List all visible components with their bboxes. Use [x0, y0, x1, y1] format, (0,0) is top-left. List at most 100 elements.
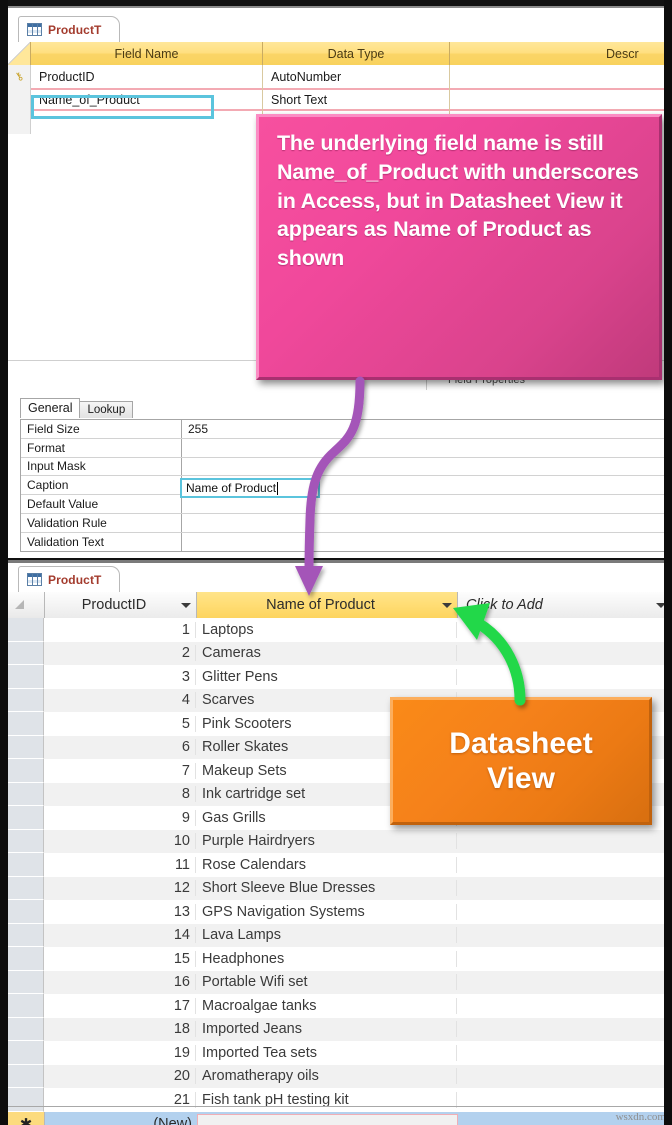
design-row-productid[interactable]: ⚷ ProductID AutoNumber	[8, 65, 672, 88]
table-row[interactable]: 12 Short Sleeve Blue Dresses	[8, 876, 672, 900]
design-row-selector[interactable]: ⚷	[8, 65, 31, 88]
document-tab-productt-design[interactable]: ProductT	[18, 16, 121, 42]
cell-name-of-product[interactable]: Short Sleeve Blue Dresses	[196, 880, 457, 897]
cell-productid[interactable]: 18	[44, 1021, 196, 1038]
design-row-selector[interactable]	[8, 88, 31, 111]
document-tab-productt-datasheet[interactable]: ProductT	[18, 566, 121, 592]
cell-name-of-product[interactable]: Headphones	[196, 950, 457, 967]
property-row-caption[interactable]: Caption	[21, 476, 672, 496]
table-row[interactable]: 18 Imported Jeans	[8, 1017, 672, 1041]
cell-productid[interactable]: 17	[44, 997, 196, 1014]
property-value[interactable]	[182, 514, 672, 532]
design-header-field-name[interactable]: Field Name	[31, 42, 263, 65]
cell-productid[interactable]: 14	[44, 927, 196, 944]
design-cell-description[interactable]	[450, 65, 672, 88]
caption-input[interactable]: Name of Product	[180, 478, 320, 498]
cell-productid[interactable]: 6	[44, 739, 196, 756]
chevron-down-icon[interactable]	[181, 602, 191, 608]
tab-lookup[interactable]: Lookup	[79, 401, 134, 418]
row-selector[interactable]	[8, 876, 44, 900]
cell-productid[interactable]: 7	[44, 762, 196, 779]
design-header-data-type[interactable]: Data Type	[263, 42, 450, 65]
table-row[interactable]: 1 Laptops	[8, 618, 672, 642]
property-value[interactable]: 255	[182, 420, 672, 438]
cell-name-of-product[interactable]: Portable Wifi set	[196, 974, 457, 991]
cell-name-of-product[interactable]: Cameras	[196, 645, 457, 662]
cell-name-of-product[interactable]: Aromatherapy oils	[196, 1068, 457, 1085]
design-cell-field-name[interactable]	[31, 111, 263, 134]
table-row[interactable]: 2 Cameras	[8, 641, 672, 665]
design-cell-field-name[interactable]: ProductID	[31, 65, 263, 88]
cell-productid[interactable]: 2	[44, 645, 196, 662]
cell-name-of-product[interactable]: Imported Jeans	[196, 1021, 457, 1038]
cell-productid[interactable]: 1	[44, 621, 196, 638]
table-row[interactable]: 17 Macroalgae tanks	[8, 994, 672, 1018]
cell-name-of-product[interactable]: GPS Navigation Systems	[196, 903, 457, 920]
column-header-click-to-add[interactable]: Click to Add	[458, 592, 672, 618]
table-row[interactable]: 13 GPS Navigation Systems	[8, 900, 672, 924]
table-row[interactable]: 3 Glitter Pens	[8, 665, 672, 689]
property-row-format[interactable]: Format	[21, 438, 672, 458]
column-header-name-of-product[interactable]: Name of Product	[197, 592, 458, 618]
cell-productid[interactable]: 3	[44, 668, 196, 685]
cell-name-of-product[interactable]: Imported Tea sets	[196, 1044, 457, 1061]
row-selector[interactable]	[8, 923, 44, 947]
property-row-default-value[interactable]: Default Value	[21, 495, 672, 514]
cell-name-of-product[interactable]: Laptops	[196, 621, 457, 638]
table-row[interactable]: 20 Aromatherapy oils	[8, 1064, 672, 1088]
cell-productid[interactable]: 15	[44, 950, 196, 967]
row-selector[interactable]	[8, 806, 44, 830]
cell-productid[interactable]: 20	[44, 1068, 196, 1085]
cell-productid[interactable]: 12	[44, 880, 196, 897]
cell-productid[interactable]: 19	[44, 1044, 196, 1061]
cell-name-of-product[interactable]: Rose Calendars	[196, 856, 457, 873]
select-all-corner[interactable]	[8, 592, 45, 618]
design-cell-data-type[interactable]: Short Text	[263, 88, 450, 111]
property-value[interactable]	[182, 533, 672, 551]
row-selector[interactable]	[8, 782, 44, 806]
column-header-productid[interactable]: ProductID	[45, 592, 197, 618]
property-row-validation-text[interactable]: Validation Text	[21, 532, 672, 551]
tab-general[interactable]: General	[20, 398, 81, 418]
new-record-row[interactable]: ✱ (New)	[8, 1111, 672, 1125]
row-selector[interactable]	[8, 688, 44, 712]
design-header-description[interactable]: Descr	[450, 42, 672, 65]
row-selector[interactable]	[8, 1017, 44, 1041]
property-row-validation-rule[interactable]: Validation Rule	[21, 513, 672, 533]
cell-productid[interactable]: 4	[44, 692, 196, 709]
cell-name-of-product[interactable]: Glitter Pens	[196, 668, 457, 685]
table-row[interactable]: 15 Headphones	[8, 947, 672, 971]
property-value[interactable]	[182, 439, 672, 457]
row-selector[interactable]	[8, 853, 44, 877]
row-selector[interactable]	[8, 994, 44, 1018]
row-selector[interactable]	[8, 665, 44, 689]
design-row-selector[interactable]	[8, 111, 31, 134]
property-row-field-size[interactable]: Field Size 255	[21, 420, 672, 439]
chevron-down-icon[interactable]	[442, 602, 452, 608]
table-row[interactable]: 21 Fish tank pH testing kit	[8, 1088, 672, 1112]
row-selector[interactable]	[8, 947, 44, 971]
row-selector[interactable]	[8, 1041, 44, 1065]
cell-productid[interactable]: 9	[44, 809, 196, 826]
cell-productid[interactable]: 13	[44, 903, 196, 920]
cell-name-of-product[interactable]: Lava Lamps	[196, 927, 457, 944]
design-cell-field-name[interactable]: Name_of_Product	[31, 88, 263, 111]
cell-productid[interactable]: 8	[44, 786, 196, 803]
row-selector[interactable]	[8, 1088, 44, 1112]
row-selector[interactable]	[8, 641, 44, 665]
table-row[interactable]: 16 Portable Wifi set	[8, 970, 672, 994]
row-selector[interactable]	[8, 970, 44, 994]
property-value[interactable]	[182, 458, 672, 476]
design-row-name-of-product[interactable]: Name_of_Product Short Text	[8, 88, 672, 111]
row-selector[interactable]	[8, 618, 44, 642]
design-cell-description[interactable]	[450, 88, 672, 111]
cell-productid[interactable]: 10	[44, 833, 196, 850]
row-selector[interactable]	[8, 1064, 44, 1088]
table-row[interactable]: 14 Lava Lamps	[8, 923, 672, 947]
cell-name-of-product-new[interactable]	[197, 1113, 458, 1125]
cell-productid[interactable]: 5	[44, 715, 196, 732]
table-row[interactable]: 11 Rose Calendars	[8, 853, 672, 877]
row-selector[interactable]	[8, 759, 44, 783]
property-row-input-mask[interactable]: Input Mask	[21, 457, 672, 477]
row-selector[interactable]	[8, 900, 44, 924]
